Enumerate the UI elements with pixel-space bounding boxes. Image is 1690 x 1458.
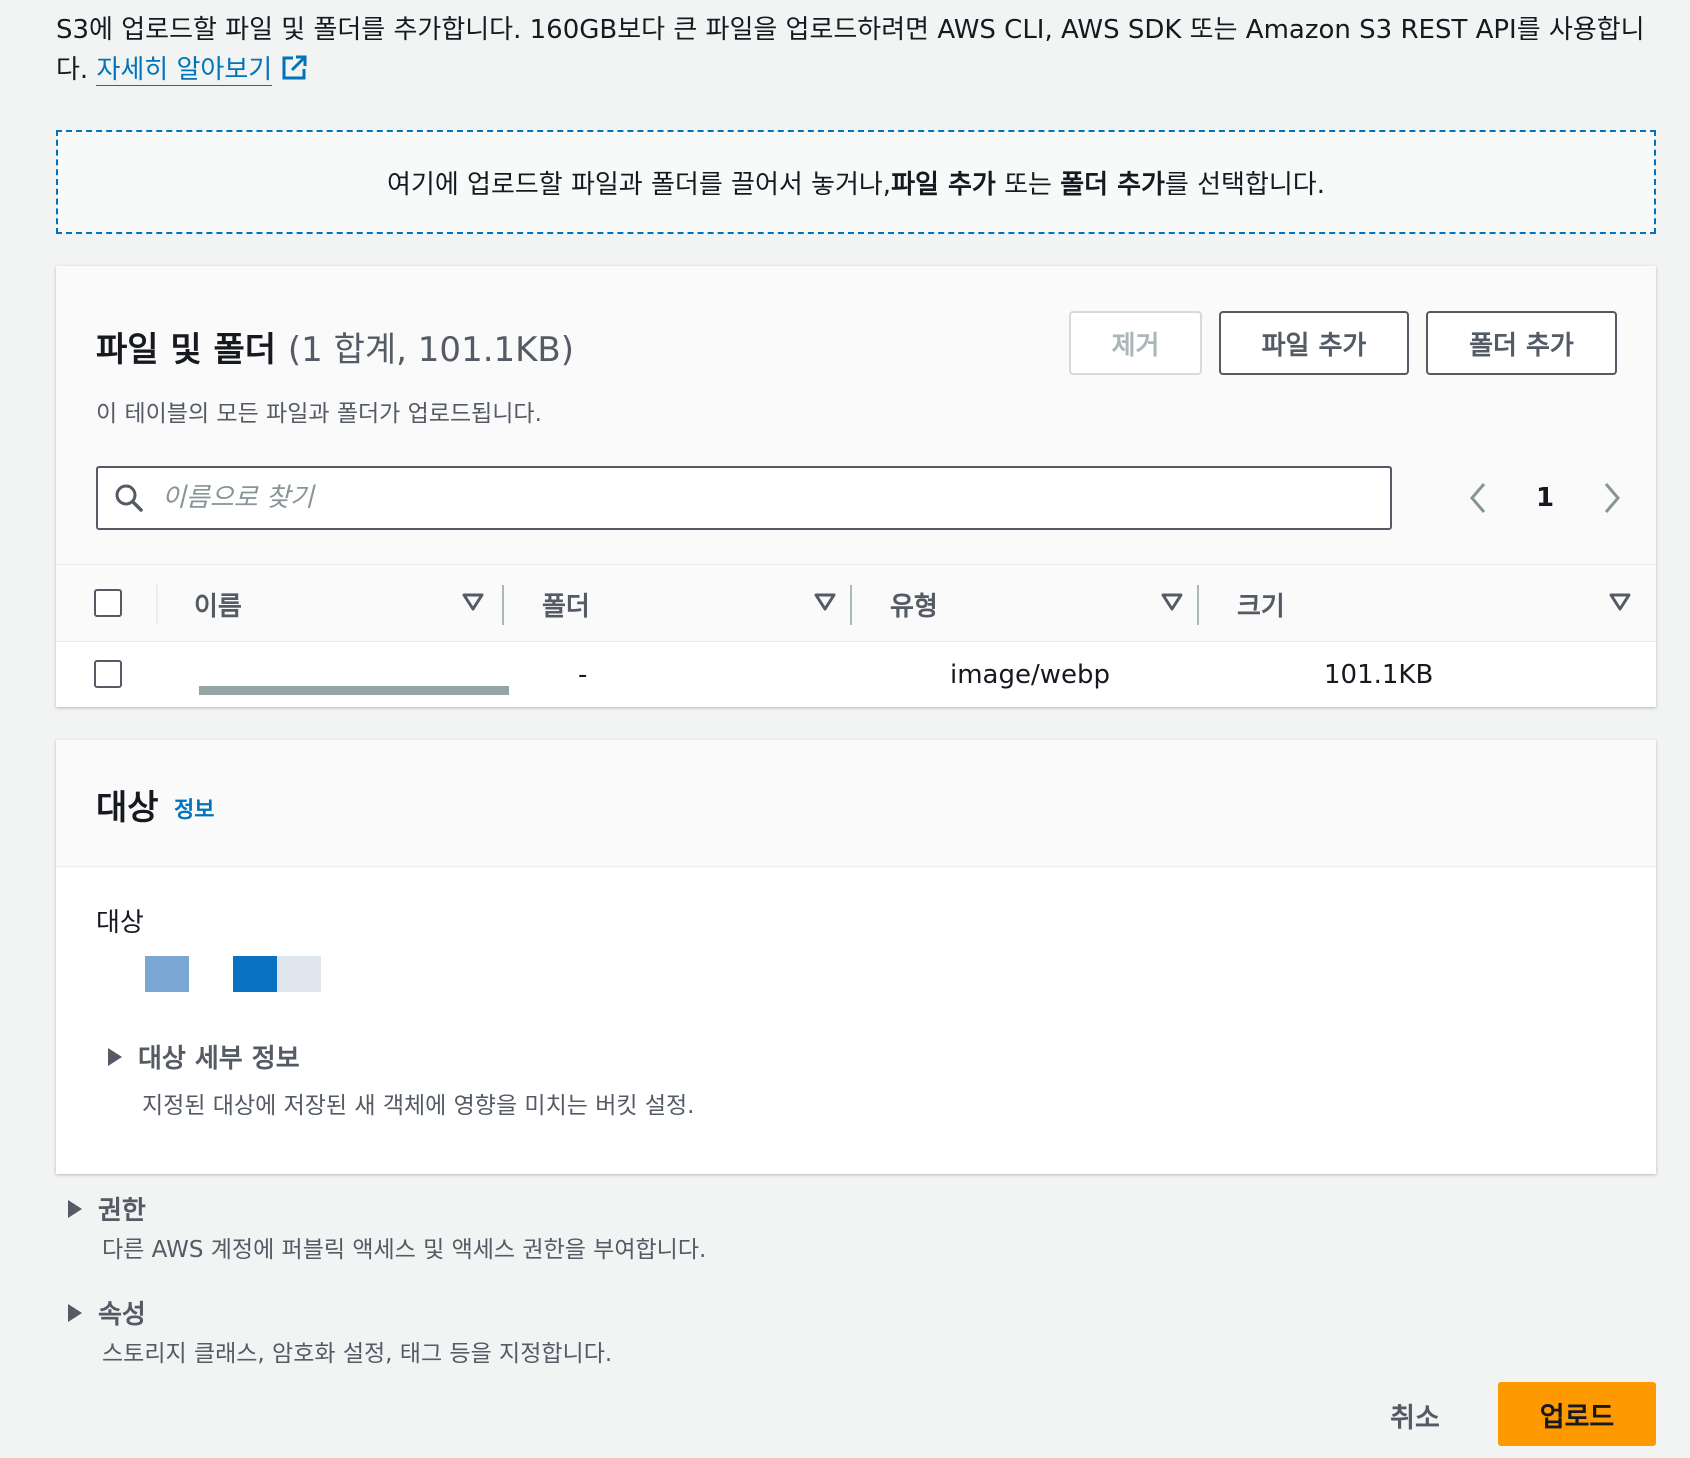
panel-title: 파일 및 폴더 (1 합계, 101.1KB) — [96, 322, 574, 371]
destination-label: 대상 — [96, 908, 144, 938]
permissions-title: 권한 — [98, 1196, 146, 1226]
cell-size: 101.1KB — [1324, 659, 1434, 690]
column-header-type[interactable]: 유형 — [890, 565, 1183, 643]
external-link-icon[interactable] — [280, 54, 308, 82]
column-separator — [156, 585, 158, 625]
remove-button[interactable]: 제거 — [1069, 311, 1202, 375]
chevron-right-icon[interactable] — [1600, 480, 1624, 516]
dropzone-suffix: 를 선택합니다. — [1164, 169, 1325, 200]
sort-down-icon[interactable] — [1609, 592, 1631, 612]
pagination: 1 — [1466, 474, 1624, 522]
add-folder-button[interactable]: 폴더 추가 — [1426, 311, 1617, 375]
destination-header: 대상 정보 — [56, 740, 1656, 867]
page-number[interactable]: 1 — [1490, 483, 1600, 513]
column-label: 폴더 — [542, 591, 590, 622]
dropzone-add-files: 파일 추가 — [891, 169, 996, 200]
column-header-size[interactable]: 크기 — [1237, 565, 1631, 643]
destination-details-toggle[interactable]: 대상 세부 정보 — [106, 1038, 300, 1075]
search-input[interactable] — [160, 482, 1310, 514]
caret-right-icon — [108, 1047, 122, 1066]
upload-button[interactable]: 업로드 — [1498, 1382, 1656, 1446]
destination-path-placeholder — [145, 956, 189, 992]
info-link[interactable]: 정보 — [174, 792, 214, 824]
add-files-button[interactable]: 파일 추가 — [1219, 311, 1409, 375]
cancel-button[interactable]: 취소 — [1370, 1385, 1460, 1445]
permissions-toggle[interactable]: 권한 — [66, 1190, 146, 1227]
column-label: 크기 — [1237, 591, 1285, 622]
select-all-checkbox[interactable] — [94, 589, 122, 617]
chevron-left-icon[interactable] — [1466, 480, 1490, 516]
search-icon — [115, 484, 143, 512]
destination-body: 대상 대상 세부 정보 지정된 대상에 저장된 새 객체에 영향을 미치는 버킷… — [56, 868, 1656, 1174]
caret-right-icon — [68, 1199, 82, 1218]
table-row: - image/webp 101.1KB — [56, 642, 1656, 707]
redacted-file-name — [199, 686, 509, 695]
sort-down-icon[interactable] — [814, 592, 836, 612]
files-description: 이 테이블의 모든 파일과 폴더가 업로드됩니다. — [96, 401, 542, 427]
dropzone-middle: 또는 — [995, 169, 1061, 200]
destination-panel: 대상 정보 대상 대상 세부 정보 지정된 대상에 저장된 새 객체에 영향을 … — [56, 740, 1656, 1174]
destination-title: 대상 — [96, 788, 159, 828]
search-box[interactable] — [96, 466, 1392, 530]
upload-intro: S3에 업로드할 파일 및 폴더를 추가합니다. 160GB보다 큰 파일을 업… — [56, 10, 1646, 90]
permissions-description: 다른 AWS 계정에 퍼블릭 액세스 및 액세스 권한을 부여합니다. — [102, 1237, 707, 1263]
caret-right-icon — [68, 1303, 82, 1322]
destination-path-placeholder — [233, 956, 277, 992]
column-separator[interactable] — [1197, 585, 1199, 625]
properties-description: 스토리지 클래스, 암호화 설정, 태그 등을 지정합니다. — [102, 1341, 613, 1367]
destination-path-placeholder — [277, 956, 321, 992]
column-header-folder[interactable]: 폴더 — [542, 565, 836, 643]
column-label: 이름 — [194, 591, 242, 622]
destination-details-description: 지정된 대상에 저장된 새 객체에 영향을 미치는 버킷 설정. — [142, 1093, 695, 1119]
column-separator[interactable] — [850, 585, 852, 625]
cell-folder: - — [578, 659, 588, 690]
cell-type: image/webp — [950, 659, 1111, 690]
files-count: (1 합계, 101.1KB) — [287, 330, 575, 370]
table-header: 이름 폴더 유형 크기 — [56, 564, 1656, 642]
dropzone-prefix: 여기에 업로드할 파일과 폴더를 끌어서 놓거나, — [387, 169, 892, 200]
learn-more-link[interactable]: 자세히 알아보기 — [96, 55, 273, 86]
files-title: 파일 및 폴더 — [96, 330, 277, 370]
files-and-folders-panel: 파일 및 폴더 (1 합계, 101.1KB) 이 테이블의 모든 파일과 폴더… — [56, 266, 1656, 707]
dropzone-add-folder: 폴더 추가 — [1060, 169, 1165, 200]
column-separator[interactable] — [502, 585, 504, 625]
sort-down-icon[interactable] — [462, 592, 484, 612]
column-header-name[interactable]: 이름 — [194, 565, 484, 643]
properties-toggle[interactable]: 속성 — [66, 1294, 146, 1331]
drop-zone[interactable]: 여기에 업로드할 파일과 폴더를 끌어서 놓거나, 파일 추가 또는 폴더 추가… — [56, 130, 1656, 234]
properties-title: 속성 — [98, 1300, 146, 1330]
column-label: 유형 — [890, 591, 938, 622]
row-checkbox[interactable] — [94, 660, 122, 688]
sort-down-icon[interactable] — [1161, 592, 1183, 612]
destination-details-title: 대상 세부 정보 — [138, 1044, 300, 1074]
